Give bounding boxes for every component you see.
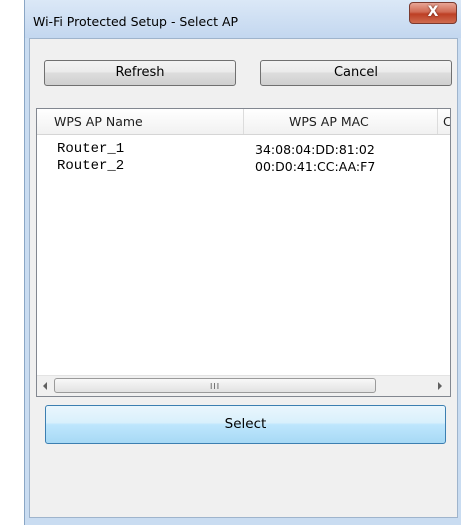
title-bar[interactable]: Wi-Fi Protected Setup - Select AP X — [25, 0, 461, 38]
dialog-window: Wi-Fi Protected Setup - Select AP X Refr… — [24, 0, 461, 525]
window-title: Wi-Fi Protected Setup - Select AP — [33, 14, 239, 29]
scrollbar-thumb[interactable]: III — [54, 378, 376, 393]
ap-name: Router_1 — [57, 141, 125, 157]
column-header-wps-ap-mac[interactable]: WPS AP MAC — [289, 109, 439, 134]
close-button[interactable]: X — [409, 2, 457, 24]
scrollbar-grip: III — [210, 382, 221, 391]
select-button[interactable]: Select — [45, 405, 446, 444]
column-header-third[interactable]: C — [443, 109, 450, 134]
ap-mac: 00:D0:41:CC:AA:F7 — [255, 159, 376, 174]
column-divider[interactable] — [243, 109, 244, 134]
scroll-right-arrow-icon[interactable] — [438, 382, 442, 390]
list-item[interactable]: Router_2 00:D0:41:CC:AA:F7 — [37, 158, 450, 174]
scroll-left-arrow-icon[interactable] — [43, 382, 47, 390]
ap-list[interactable]: WPS AP Name WPS AP MAC C Router_1 34:08:… — [36, 108, 451, 397]
list-item[interactable]: Router_1 34:08:04:DD:81:02 — [37, 141, 450, 157]
refresh-button[interactable]: Refresh — [44, 60, 236, 86]
ap-name: Router_2 — [57, 158, 125, 174]
column-divider[interactable] — [437, 109, 438, 134]
ap-mac: 34:08:04:DD:81:02 — [255, 142, 375, 157]
column-header-wps-ap-name[interactable]: WPS AP Name — [54, 109, 244, 134]
horizontal-scrollbar[interactable]: III — [37, 375, 450, 396]
dialog-body: Refresh Cancel WPS AP Name WPS AP MAC C … — [29, 38, 458, 518]
list-header: WPS AP Name WPS AP MAC C — [37, 109, 450, 135]
cancel-button[interactable]: Cancel — [260, 60, 452, 86]
close-icon: X — [427, 4, 439, 20]
